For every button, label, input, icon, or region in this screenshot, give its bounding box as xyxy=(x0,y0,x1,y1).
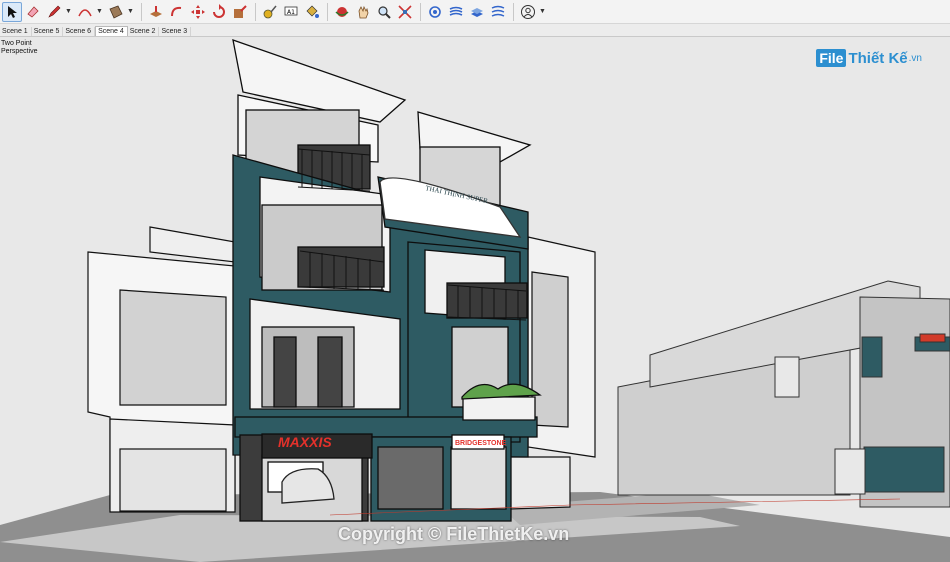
rotate-icon[interactable] xyxy=(209,2,229,22)
scene-tabs: Scene 1 Scene 5 Scene 6 Scene 4 Scene 2 … xyxy=(0,24,950,37)
camera-mode: Perspective xyxy=(1,48,38,55)
text-icon[interactable]: A1 xyxy=(281,2,301,22)
copyright-watermark: Copyright © FileThietKe.vn xyxy=(338,524,570,544)
select-icon[interactable] xyxy=(2,1,22,22)
logo-text: Thiết Kế xyxy=(848,49,908,67)
move-icon[interactable] xyxy=(188,2,208,22)
toolbar-separator xyxy=(513,2,514,21)
arc-dropdown-icon[interactable]: ▼ xyxy=(96,8,104,15)
push-pull-icon[interactable] xyxy=(146,2,166,22)
camera-type: Two Point xyxy=(1,40,32,47)
main-toolbar: ▼ ▼ ▼ A1 ▼ xyxy=(0,0,950,24)
pencil-icon[interactable] xyxy=(44,2,64,22)
tab-scene-5[interactable]: Scene 5 xyxy=(32,27,64,36)
arc-icon[interactable] xyxy=(75,2,95,22)
zoom-icon[interactable] xyxy=(374,2,394,22)
camera-label: Two Point Perspective xyxy=(1,40,38,56)
account-dropdown-icon[interactable]: ▼ xyxy=(539,8,547,15)
3d-viewport[interactable]: MAXXIS BRIDGESTONE THÁI THỊNH SUPER Two … xyxy=(0,37,950,562)
building-model: MAXXIS BRIDGESTONE THÁI THỊNH SUPER xyxy=(0,39,950,562)
toolbar-separator xyxy=(327,2,328,21)
svg-text:A1: A1 xyxy=(287,9,295,16)
account-icon[interactable] xyxy=(518,2,538,22)
layers-icon[interactable] xyxy=(446,2,466,22)
toolbar-separator xyxy=(141,2,142,21)
bridgestone-sign: BRIDGESTONE xyxy=(455,440,507,447)
sandbox-icon[interactable] xyxy=(425,2,445,22)
paint-bucket-icon[interactable] xyxy=(302,2,322,22)
sketchup-window: ▼ ▼ ▼ A1 ▼ Scene 1 Scene 5 Scene 6 Scene… xyxy=(0,0,950,562)
right-building xyxy=(617,280,950,508)
section-icon[interactable] xyxy=(488,2,508,22)
zoom-extents-icon[interactable] xyxy=(395,2,415,22)
logo-suffix: .vn xyxy=(908,52,922,64)
orbit-icon[interactable] xyxy=(332,2,352,22)
logo-box: File xyxy=(816,49,847,67)
tab-scene-1[interactable]: Scene 1 xyxy=(0,27,32,36)
tab-scene-6[interactable]: Scene 6 xyxy=(63,27,96,36)
pencil-dropdown-icon[interactable]: ▼ xyxy=(65,8,73,15)
toolbar-separator xyxy=(255,2,256,21)
scale-icon[interactable] xyxy=(230,2,250,22)
eraser-icon[interactable] xyxy=(23,2,43,22)
maxxis-sign: MAXXIS xyxy=(278,434,332,450)
tape-measure-icon[interactable] xyxy=(260,2,280,22)
rectangle-icon[interactable] xyxy=(106,2,126,22)
tab-scene-4[interactable]: Scene 4 xyxy=(95,26,128,36)
styles-icon[interactable] xyxy=(467,2,487,22)
left-white-block xyxy=(87,226,236,513)
follow-me-icon[interactable] xyxy=(167,2,187,22)
tab-scene-2[interactable]: Scene 2 xyxy=(128,27,160,36)
rectangle-dropdown-icon[interactable]: ▼ xyxy=(127,8,135,15)
filethietke-logo: File Thiết Kế .vn xyxy=(816,49,922,67)
toolbar-separator xyxy=(420,2,421,21)
tab-scene-3[interactable]: Scene 3 xyxy=(159,27,192,36)
pan-icon[interactable] xyxy=(353,2,373,22)
